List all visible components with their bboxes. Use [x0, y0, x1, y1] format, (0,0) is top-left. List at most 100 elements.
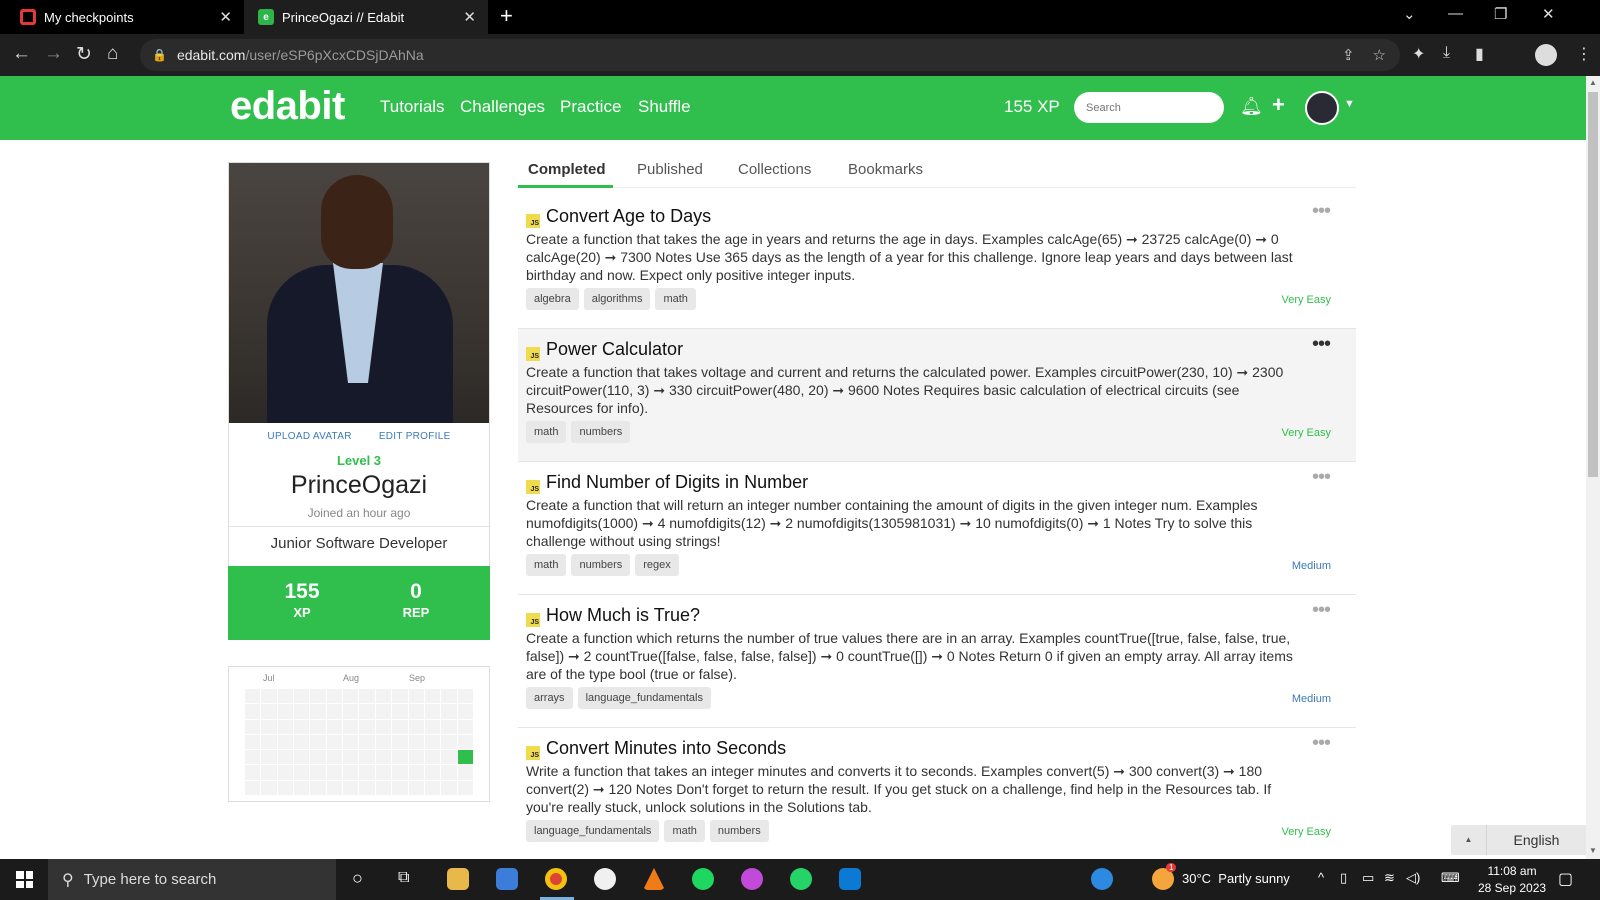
edit-profile-link[interactable]: EDIT PROFILE — [379, 431, 451, 442]
bell-icon[interactable]: 🔔︎ — [1240, 96, 1263, 117]
reload-icon[interactable]: ↻ — [76, 43, 92, 66]
weather-text[interactable]: 30°C Partly sunny — [1182, 871, 1290, 886]
challenge-title[interactable]: How Much is True? — [546, 605, 700, 626]
challenge-item[interactable]: JS Power Calculator ••• Create a functio… — [518, 329, 1356, 462]
challenge-title[interactable]: Power Calculator — [546, 339, 683, 360]
activity-cell — [359, 719, 375, 734]
tray-chevron-icon[interactable]: ^ — [1318, 870, 1324, 885]
profile-card: UPLOAD AVATAR EDIT PROFILE Level 3 Princ… — [228, 162, 490, 640]
browser-tab-edabit[interactable]: e PrinceOgazi // Edabit ✕ — [244, 0, 488, 34]
more-options-icon[interactable]: ••• — [1312, 599, 1331, 622]
tab-completed[interactable]: Completed — [528, 161, 606, 178]
cortana-circle-icon[interactable]: ○ — [352, 868, 363, 889]
notifications-icon[interactable]: ▢ — [1558, 869, 1573, 889]
nav-shuffle[interactable]: Shuffle — [638, 97, 691, 117]
more-options-icon[interactable]: ••• — [1312, 333, 1331, 356]
more-options-icon[interactable]: ••• — [1312, 200, 1331, 223]
tray-device-icon[interactable]: ▯ — [1340, 870, 1347, 886]
nav-challenges[interactable]: Challenges — [460, 97, 545, 117]
challenge-item[interactable]: JS Find Number of Digits in Number ••• C… — [518, 462, 1356, 595]
chrome-icon[interactable] — [545, 868, 567, 890]
url-field[interactable]: 🔒 edabit.com /user/eSP6pXcxCDSjDAhNa ⇪ ☆ — [140, 39, 1400, 71]
new-tab-button[interactable]: + — [500, 3, 513, 29]
caret-down-icon[interactable]: ▼ — [1344, 98, 1355, 110]
language-selector[interactable]: ▲ English — [1451, 825, 1586, 855]
tag[interactable]: math — [655, 288, 696, 310]
tag[interactable]: algorithms — [583, 288, 651, 310]
browser-profile-avatar[interactable] — [1535, 44, 1557, 66]
vscode-icon[interactable] — [839, 868, 861, 890]
user-avatar[interactable] — [1305, 91, 1339, 125]
tag[interactable]: numbers — [709, 820, 769, 842]
upload-avatar-link[interactable]: UPLOAD AVATAR — [267, 431, 351, 442]
tab-bookmarks[interactable]: Bookmarks — [848, 161, 923, 178]
keyboard-icon[interactable]: ⌨ — [1441, 870, 1460, 886]
share-icon[interactable]: ⇪ — [1342, 46, 1355, 64]
download-icon[interactable]: ⤓ — [1443, 44, 1450, 62]
clock-time: 11:08 am — [1487, 864, 1537, 878]
tab-search-chevron-icon[interactable]: ⌄ — [1403, 5, 1416, 23]
back-arrow-icon[interactable]: ← — [12, 43, 31, 65]
tag[interactable]: language_fundamentals — [577, 687, 711, 709]
more-options-icon[interactable]: ••• — [1312, 466, 1331, 489]
whatsapp-icon[interactable] — [790, 868, 812, 890]
challenge-item[interactable]: JS How Much is True? ••• Create a functi… — [518, 595, 1356, 728]
edabit-logo[interactable]: edabit — [230, 84, 345, 129]
help-icon[interactable] — [1091, 868, 1113, 890]
close-window-icon[interactable]: ✕ — [1542, 5, 1555, 23]
challenge-title[interactable]: Find Number of Digits in Number — [546, 472, 808, 493]
tag[interactable]: arrays — [526, 687, 573, 709]
scrollbar-thumb[interactable] — [1588, 92, 1598, 477]
side-panel-icon[interactable]: ▮ — [1475, 44, 1484, 64]
battery-icon[interactable]: ▭ — [1362, 870, 1374, 886]
minimize-icon[interactable]: — — [1448, 5, 1463, 22]
volume-icon[interactable]: ◁) — [1406, 870, 1420, 886]
nav-practice[interactable]: Practice — [560, 97, 621, 117]
browser-tab-checkpoints[interactable]: My checkpoints ✕ — [0, 0, 244, 34]
close-tab-icon[interactable]: ✕ — [463, 8, 476, 26]
clock[interactable]: 11:08 am 28 Sep 2023 — [1478, 863, 1546, 897]
more-options-icon[interactable]: ••• — [1312, 732, 1331, 755]
tag[interactable]: language_fundamentals — [526, 820, 660, 842]
extensions-puzzle-icon[interactable]: ✦ — [1412, 44, 1425, 64]
microsoft-store-icon[interactable] — [496, 868, 518, 890]
app-icon[interactable] — [741, 868, 763, 890]
challenge-title[interactable]: Convert Minutes into Seconds — [546, 738, 786, 759]
close-tab-icon[interactable]: ✕ — [219, 8, 232, 26]
windows-start-icon[interactable] — [16, 871, 33, 888]
vlc-icon[interactable] — [643, 868, 665, 890]
file-explorer-icon[interactable] — [447, 868, 469, 890]
taskbar-search[interactable]: ⚲ Type here to search — [48, 859, 336, 900]
bookmark-star-icon[interactable]: ☆ — [1373, 46, 1386, 64]
challenge-title[interactable]: Convert Age to Days — [546, 206, 711, 227]
tab-published[interactable]: Published — [637, 161, 703, 178]
tag[interactable]: numbers — [571, 554, 631, 576]
scroll-down-arrow-icon[interactable]: ▼ — [1589, 846, 1597, 855]
tab-collections[interactable]: Collections — [738, 161, 811, 178]
home-icon[interactable]: ⌂ — [107, 43, 118, 65]
tag[interactable]: math — [526, 554, 567, 576]
itunes-icon[interactable] — [594, 868, 616, 890]
tag[interactable]: numbers — [571, 421, 631, 443]
activity-cell — [277, 734, 294, 750]
nav-tutorials[interactable]: Tutorials — [380, 97, 445, 117]
wifi-icon[interactable]: ≋ — [1384, 870, 1395, 886]
task-view-icon[interactable]: ⧉ — [398, 869, 409, 887]
spotify-icon[interactable] — [692, 868, 714, 890]
tag[interactable]: algebra — [526, 288, 579, 310]
activity-cell — [310, 765, 326, 780]
tag[interactable]: math — [526, 421, 567, 443]
search-input[interactable] — [1074, 92, 1224, 123]
challenge-item[interactable]: JS Convert Minutes into Seconds ••• Writ… — [518, 728, 1356, 859]
challenge-item[interactable]: JS Convert Age to Days ••• Create a func… — [518, 196, 1356, 329]
scroll-up-arrow-icon[interactable]: ▲ — [1589, 78, 1597, 87]
plus-icon[interactable]: + — [1272, 92, 1285, 118]
tag[interactable]: math — [664, 820, 705, 842]
restore-icon[interactable]: ❐ — [1494, 5, 1507, 23]
page-scrollbar[interactable]: ▲ ▼ — [1586, 76, 1600, 859]
activity-cell — [326, 780, 343, 795]
activity-cell — [392, 719, 408, 734]
browser-menu-icon[interactable]: ⋮ — [1576, 44, 1592, 64]
tag[interactable]: regex — [635, 554, 679, 576]
forward-arrow-icon[interactable]: → — [44, 43, 63, 65]
